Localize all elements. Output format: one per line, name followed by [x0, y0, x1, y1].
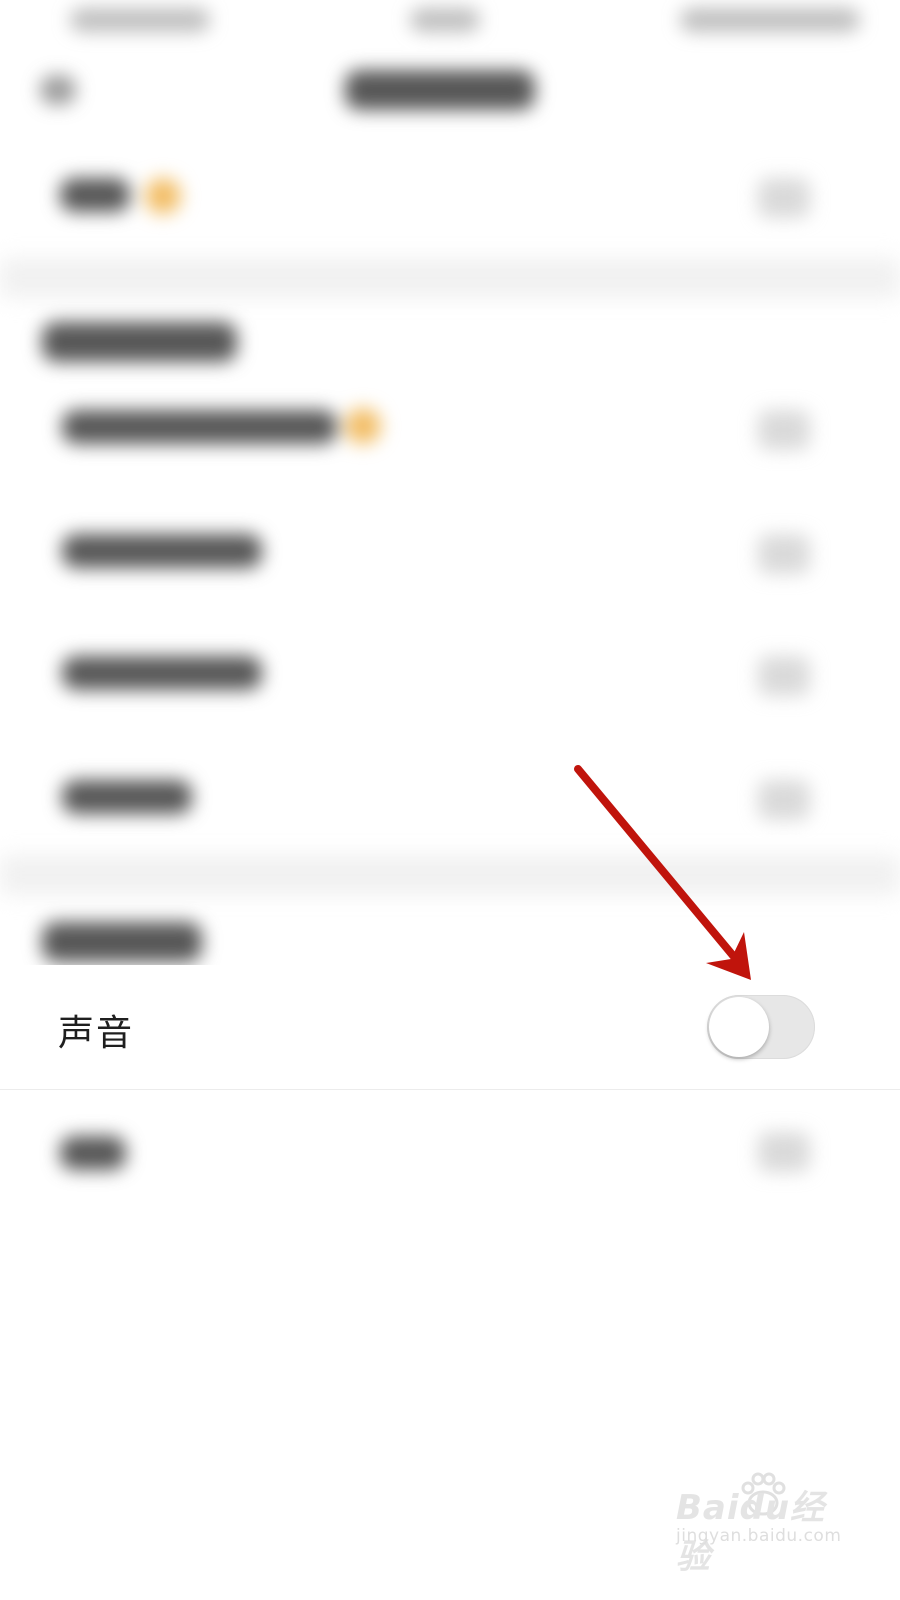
section-header-blur: [42, 922, 202, 962]
watermark-url: jingyan.baidu.com: [676, 1526, 842, 1546]
row-label-blur: [60, 1136, 126, 1170]
chevron-right-icon: [758, 1132, 810, 1172]
sound-toggle-switch[interactable]: [707, 995, 815, 1059]
baidu-watermark: Baidu经验 jingyan.baidu.com: [676, 1470, 846, 1577]
blurred-background-content-3: [0, 0, 900, 1600]
toggle-knob[interactable]: [709, 997, 769, 1057]
sound-label: 声音: [58, 1013, 135, 1054]
row-divider: [0, 1089, 900, 1090]
